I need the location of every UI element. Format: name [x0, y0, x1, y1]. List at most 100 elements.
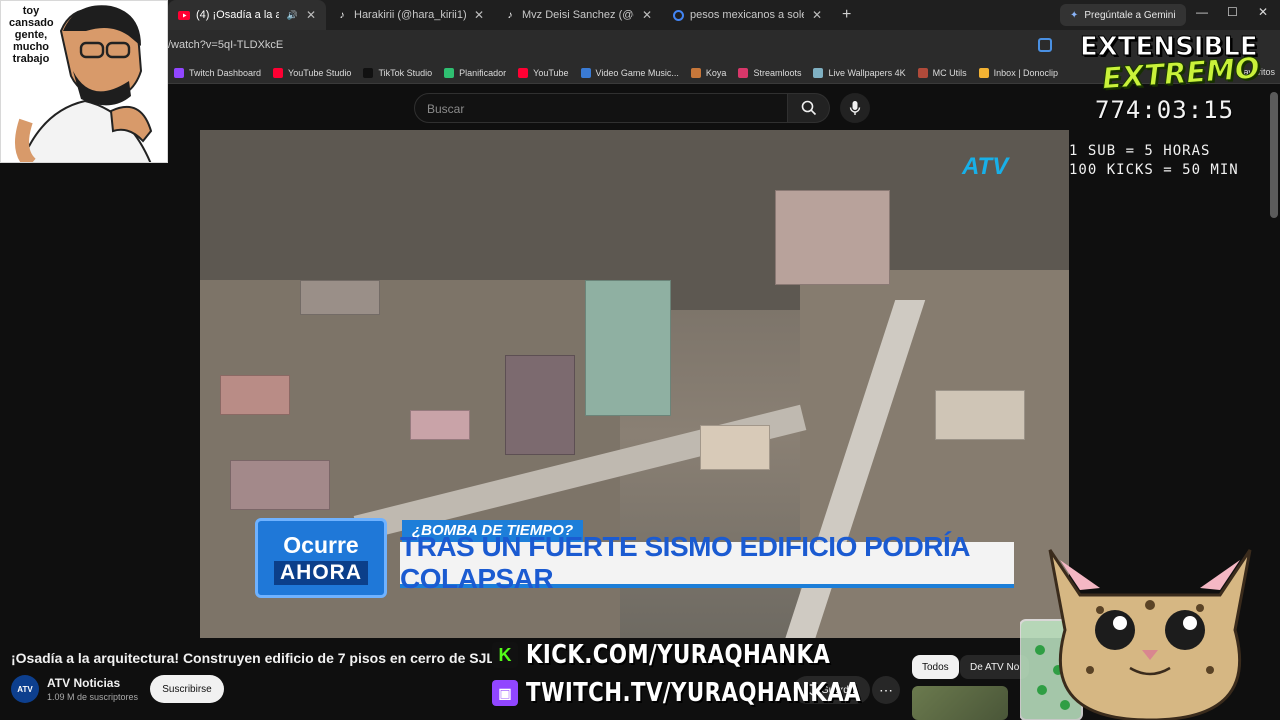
stream-title-logo: EXTENSIBLE EXTREMO: [1056, 30, 1262, 96]
bookmark-item[interactable]: Twitch Dashboard: [174, 67, 262, 78]
subathon-timer: 774:03:15: [1095, 96, 1235, 124]
bookmark-label: Inbox | Donoclip: [993, 67, 1059, 78]
video-building: [935, 390, 1025, 440]
bookmark-favicon-icon: [580, 67, 591, 78]
minimize-button[interactable]: —: [1196, 5, 1208, 19]
gemini-button[interactable]: ✦ Pregúntale a Gemini: [1060, 4, 1186, 26]
channel-name[interactable]: ATV Noticias: [47, 676, 120, 690]
bookmark-label: MC Utils: [932, 67, 967, 78]
atv-watermark: ATV: [962, 153, 1009, 180]
close-icon[interactable]: ✕: [642, 8, 652, 22]
bookmark-item[interactable]: Live Wallpapers 4K: [813, 67, 906, 78]
google-icon: [672, 9, 684, 21]
chip-de-atv[interactable]: De ATV No: [960, 655, 1030, 679]
gemini-icon: ✦: [1070, 9, 1079, 21]
video-building: [585, 280, 671, 416]
kick-link: K KICK.COM/YURAQHANKA: [492, 637, 897, 673]
kick-icon: K: [492, 642, 518, 668]
bookmark-item[interactable]: Inbox | Donoclip: [978, 67, 1059, 78]
ocurre-ahora-badge: Ocurre AHORA: [255, 518, 387, 598]
cat-mascot: [1020, 549, 1252, 720]
badge-line-1: Ocurre: [283, 531, 359, 558]
tab-youtube-video[interactable]: (4) ¡Osadía a la arquitectura 🔊 ✕: [168, 0, 326, 30]
bookmark-favicon-icon: [273, 67, 284, 78]
window-close-button[interactable]: ✕: [1258, 5, 1268, 19]
translate-icon[interactable]: [1038, 38, 1052, 52]
search-button[interactable]: [788, 93, 830, 123]
close-icon[interactable]: ✕: [812, 8, 822, 22]
tab-label: pesos mexicanos a soles - Busc: [690, 9, 804, 21]
badge-line-2: AHORA: [274, 560, 368, 585]
bookmark-label: Planificador: [459, 67, 507, 78]
tab-google-search[interactable]: pesos mexicanos a soles - Busc ✕: [662, 0, 832, 30]
bookmark-favicon-icon: [690, 67, 701, 78]
tab-harakirii[interactable]: ♪ Harakirii (@hara_kirii1) está LIVE ✕: [326, 0, 494, 30]
tiktok-icon: ♪: [339, 9, 345, 21]
webcam-caption: toy cansado gente, mucho trabajo: [9, 5, 54, 65]
voice-search-button[interactable]: [840, 93, 870, 123]
bookmark-label: Live Wallpapers 4K: [828, 67, 906, 78]
video-building: [700, 425, 770, 470]
tiktok-icon: ♪: [507, 9, 513, 21]
bookmark-favicon-icon: [738, 67, 749, 78]
video-building: [220, 375, 290, 415]
bookmark-favicon-icon: [444, 67, 455, 78]
bookmark-label: YouTube: [533, 67, 569, 78]
bookmark-favicon-icon: [978, 67, 989, 78]
bookmark-item[interactable]: TikTok Studio: [363, 67, 433, 78]
maximize-button[interactable]: ☐: [1227, 5, 1238, 19]
url-field[interactable]: /watch?v=5qI-TLDXkcE: [168, 39, 283, 51]
twitch-icon: ▣: [492, 680, 518, 706]
bookmark-favicon-icon: [174, 67, 184, 78]
gemini-label: Pregúntale a Gemini: [1084, 9, 1176, 21]
search-input[interactable]: Buscar: [414, 93, 788, 123]
news-headline: TRAS UN FUERTE SISMO EDIFICIO PODRÍA COL…: [400, 531, 1014, 594]
twitch-link: ▣ TWITCH.TV/YURAQHANKAA: [492, 675, 935, 711]
video-title: ¡Osadía a la arquitectura! Construyen ed…: [11, 650, 495, 666]
bookmark-item[interactable]: YouTube Studio: [273, 67, 352, 78]
bookmark-favicon-icon: [363, 67, 374, 78]
bookmark-label: Twitch Dashboard: [189, 67, 262, 78]
headline-text: TRAS UN FUERTE SISMO EDIFICIO PODRÍA COL…: [400, 531, 970, 594]
bookmark-favicon-icon: [813, 67, 824, 78]
bookmark-item[interactable]: Planificador: [444, 67, 507, 78]
subathon-rule-kicks: 100 KICKS = 50 MIN: [1069, 162, 1239, 178]
channel-avatar[interactable]: ATV: [11, 675, 39, 703]
subscribe-button[interactable]: Suscribirse: [150, 675, 224, 703]
bookmark-label: TikTok Studio: [378, 67, 433, 78]
subathon-rule-sub: 1 SUB = 5 HORAS: [1069, 143, 1211, 159]
video-building: [300, 280, 380, 315]
tab-label: Harakirii (@hara_kirii1) está LIVE: [354, 9, 466, 21]
bookmark-label: Koya: [705, 67, 727, 78]
bookmark-label: Streamloots: [753, 67, 802, 78]
bookmark-item[interactable]: Video Game Music...: [580, 67, 679, 78]
bookmark-item[interactable]: Streamloots: [738, 67, 802, 78]
tab-mvz-deisi[interactable]: ♪ Mvz Deisi Sanchez (@deisialanc ✕: [494, 0, 662, 30]
youtube-icon: [178, 9, 190, 21]
close-icon[interactable]: ✕: [474, 8, 484, 22]
tab-label: Mvz Deisi Sanchez (@deisialanc: [522, 9, 634, 21]
video-building: [505, 355, 575, 455]
video-building: [775, 190, 890, 285]
page-scrollbar[interactable]: [1270, 92, 1278, 218]
webcam-overlay: toy cansado gente, mucho trabajo: [0, 0, 168, 163]
search-icon: [801, 100, 816, 116]
bookmark-item[interactable]: YouTube: [518, 67, 569, 78]
video-building: [410, 410, 470, 440]
twitch-url: TWITCH.TV/YURAQHANKAA: [526, 678, 862, 708]
microphone-icon: [849, 101, 861, 115]
screen: ✕ (4) ¡Osadía a la arquitectura 🔊 ✕ ♪ Ha…: [0, 0, 1280, 720]
close-icon[interactable]: ✕: [306, 8, 316, 22]
kick-url: KICK.COM/YURAQHANKA: [526, 640, 831, 670]
bookmark-favicon-icon: [518, 67, 529, 78]
bookmark-item[interactable]: MC Utils: [917, 67, 967, 78]
new-tab-button[interactable]: +: [832, 6, 861, 24]
subscriber-count: 1.09 M de suscriptores: [47, 692, 139, 702]
speaker-icon[interactable]: 🔊: [287, 10, 298, 21]
video-building: [230, 460, 330, 510]
bookmark-favicon-icon: [917, 67, 928, 78]
bookmark-label: YouTube Studio: [288, 67, 352, 78]
bookmark-label: Video Game Music...: [595, 67, 679, 78]
tab-label: (4) ¡Osadía a la arquitectura: [196, 9, 279, 21]
bookmark-item[interactable]: Koya: [690, 67, 727, 78]
